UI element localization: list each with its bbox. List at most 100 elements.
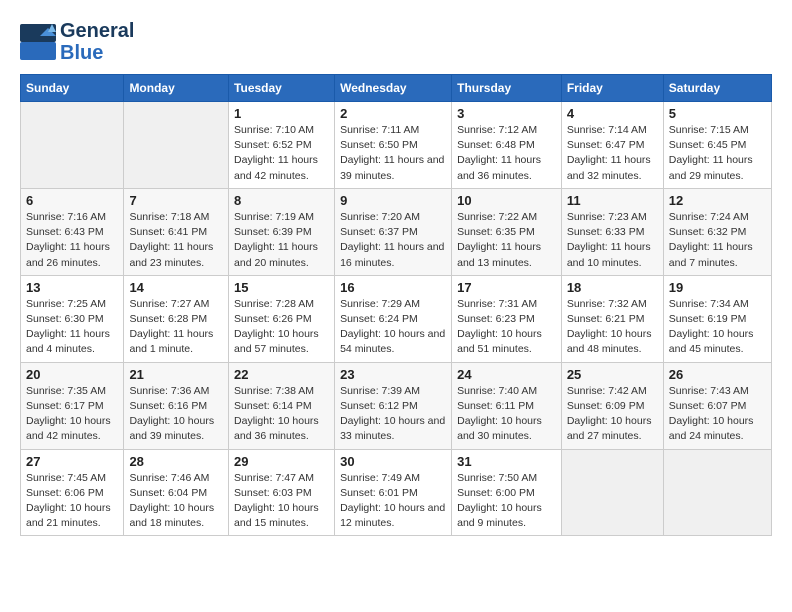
sunrise: Sunrise: 7:15 AM <box>669 124 749 136</box>
day-info: Sunrise: 7:19 AM Sunset: 6:39 PM Dayligh… <box>234 210 329 271</box>
daylight: Daylight: 11 hours and 1 minute. <box>129 328 213 355</box>
calendar-day: 11 Sunrise: 7:23 AM Sunset: 6:33 PM Dayl… <box>561 188 663 275</box>
calendar-day: 21 Sunrise: 7:36 AM Sunset: 6:16 PM Dayl… <box>124 362 229 449</box>
day-number: 16 <box>340 280 446 295</box>
weekday-header-tuesday: Tuesday <box>229 75 335 102</box>
day-number: 1 <box>234 106 329 121</box>
sunset: Sunset: 6:00 PM <box>457 487 535 499</box>
daylight: Daylight: 10 hours and 36 minutes. <box>234 415 319 442</box>
sunrise: Sunrise: 7:35 AM <box>26 385 106 397</box>
day-number: 15 <box>234 280 329 295</box>
sunrise: Sunrise: 7:49 AM <box>340 472 420 484</box>
day-number: 3 <box>457 106 556 121</box>
day-number: 21 <box>129 367 223 382</box>
daylight: Daylight: 10 hours and 39 minutes. <box>129 415 214 442</box>
calendar-table: SundayMondayTuesdayWednesdayThursdayFrid… <box>20 74 772 536</box>
sunrise: Sunrise: 7:50 AM <box>457 472 537 484</box>
day-info: Sunrise: 7:11 AM Sunset: 6:50 PM Dayligh… <box>340 123 446 184</box>
calendar-day: 22 Sunrise: 7:38 AM Sunset: 6:14 PM Dayl… <box>229 362 335 449</box>
sunset: Sunset: 6:14 PM <box>234 400 312 412</box>
sunrise: Sunrise: 7:19 AM <box>234 211 314 223</box>
sunset: Sunset: 6:41 PM <box>129 226 207 238</box>
sunrise: Sunrise: 7:24 AM <box>669 211 749 223</box>
daylight: Daylight: 10 hours and 57 minutes. <box>234 328 319 355</box>
sunrise: Sunrise: 7:25 AM <box>26 298 106 310</box>
sunrise: Sunrise: 7:12 AM <box>457 124 537 136</box>
daylight: Daylight: 11 hours and 39 minutes. <box>340 154 444 181</box>
weekday-header-monday: Monday <box>124 75 229 102</box>
daylight: Daylight: 10 hours and 48 minutes. <box>567 328 652 355</box>
daylight: Daylight: 11 hours and 42 minutes. <box>234 154 318 181</box>
day-number: 10 <box>457 193 556 208</box>
day-info: Sunrise: 7:36 AM Sunset: 6:16 PM Dayligh… <box>129 384 223 445</box>
day-number: 27 <box>26 454 118 469</box>
calendar-day: 13 Sunrise: 7:25 AM Sunset: 6:30 PM Dayl… <box>21 275 124 362</box>
logo-text: General Blue <box>60 20 134 64</box>
page-header: General Blue <box>20 20 772 64</box>
weekday-header-saturday: Saturday <box>663 75 771 102</box>
calendar-day: 9 Sunrise: 7:20 AM Sunset: 6:37 PM Dayli… <box>335 188 452 275</box>
day-info: Sunrise: 7:25 AM Sunset: 6:30 PM Dayligh… <box>26 297 118 358</box>
daylight: Daylight: 11 hours and 7 minutes. <box>669 241 753 268</box>
calendar-day <box>124 102 229 189</box>
sunset: Sunset: 6:26 PM <box>234 313 312 325</box>
calendar-day: 10 Sunrise: 7:22 AM Sunset: 6:35 PM Dayl… <box>452 188 562 275</box>
day-info: Sunrise: 7:15 AM Sunset: 6:45 PM Dayligh… <box>669 123 766 184</box>
day-info: Sunrise: 7:32 AM Sunset: 6:21 PM Dayligh… <box>567 297 658 358</box>
day-number: 29 <box>234 454 329 469</box>
day-info: Sunrise: 7:49 AM Sunset: 6:01 PM Dayligh… <box>340 471 446 532</box>
day-info: Sunrise: 7:35 AM Sunset: 6:17 PM Dayligh… <box>26 384 118 445</box>
sunrise: Sunrise: 7:18 AM <box>129 211 209 223</box>
sunset: Sunset: 6:06 PM <box>26 487 104 499</box>
sunrise: Sunrise: 7:31 AM <box>457 298 537 310</box>
day-info: Sunrise: 7:16 AM Sunset: 6:43 PM Dayligh… <box>26 210 118 271</box>
day-info: Sunrise: 7:27 AM Sunset: 6:28 PM Dayligh… <box>129 297 223 358</box>
day-number: 20 <box>26 367 118 382</box>
calendar-day: 18 Sunrise: 7:32 AM Sunset: 6:21 PM Dayl… <box>561 275 663 362</box>
day-number: 31 <box>457 454 556 469</box>
daylight: Daylight: 11 hours and 29 minutes. <box>669 154 753 181</box>
sunset: Sunset: 6:01 PM <box>340 487 418 499</box>
sunset: Sunset: 6:45 PM <box>669 139 747 151</box>
sunset: Sunset: 6:04 PM <box>129 487 207 499</box>
daylight: Daylight: 10 hours and 42 minutes. <box>26 415 111 442</box>
sunset: Sunset: 6:23 PM <box>457 313 535 325</box>
calendar-day: 7 Sunrise: 7:18 AM Sunset: 6:41 PM Dayli… <box>124 188 229 275</box>
sunrise: Sunrise: 7:22 AM <box>457 211 537 223</box>
day-info: Sunrise: 7:42 AM Sunset: 6:09 PM Dayligh… <box>567 384 658 445</box>
calendar-day: 12 Sunrise: 7:24 AM Sunset: 6:32 PM Dayl… <box>663 188 771 275</box>
day-number: 28 <box>129 454 223 469</box>
daylight: Daylight: 10 hours and 21 minutes. <box>26 502 111 529</box>
day-number: 24 <box>457 367 556 382</box>
sunset: Sunset: 6:35 PM <box>457 226 535 238</box>
sunset: Sunset: 6:09 PM <box>567 400 645 412</box>
sunset: Sunset: 6:21 PM <box>567 313 645 325</box>
calendar-week-5: 27 Sunrise: 7:45 AM Sunset: 6:06 PM Dayl… <box>21 449 772 536</box>
calendar-day: 24 Sunrise: 7:40 AM Sunset: 6:11 PM Dayl… <box>452 362 562 449</box>
sunset: Sunset: 6:30 PM <box>26 313 104 325</box>
day-info: Sunrise: 7:24 AM Sunset: 6:32 PM Dayligh… <box>669 210 766 271</box>
day-info: Sunrise: 7:31 AM Sunset: 6:23 PM Dayligh… <box>457 297 556 358</box>
calendar-day: 29 Sunrise: 7:47 AM Sunset: 6:03 PM Dayl… <box>229 449 335 536</box>
sunset: Sunset: 6:52 PM <box>234 139 312 151</box>
sunset: Sunset: 6:32 PM <box>669 226 747 238</box>
calendar-day: 2 Sunrise: 7:11 AM Sunset: 6:50 PM Dayli… <box>335 102 452 189</box>
sunrise: Sunrise: 7:47 AM <box>234 472 314 484</box>
day-info: Sunrise: 7:22 AM Sunset: 6:35 PM Dayligh… <box>457 210 556 271</box>
day-info: Sunrise: 7:43 AM Sunset: 6:07 PM Dayligh… <box>669 384 766 445</box>
sunrise: Sunrise: 7:40 AM <box>457 385 537 397</box>
day-info: Sunrise: 7:18 AM Sunset: 6:41 PM Dayligh… <box>129 210 223 271</box>
day-number: 18 <box>567 280 658 295</box>
calendar-day: 23 Sunrise: 7:39 AM Sunset: 6:12 PM Dayl… <box>335 362 452 449</box>
sunset: Sunset: 6:11 PM <box>457 400 534 412</box>
weekday-header-friday: Friday <box>561 75 663 102</box>
sunset: Sunset: 6:17 PM <box>26 400 104 412</box>
calendar-day: 30 Sunrise: 7:49 AM Sunset: 6:01 PM Dayl… <box>335 449 452 536</box>
calendar-day: 16 Sunrise: 7:29 AM Sunset: 6:24 PM Dayl… <box>335 275 452 362</box>
sunrise: Sunrise: 7:16 AM <box>26 211 106 223</box>
calendar-day <box>561 449 663 536</box>
calendar-day: 8 Sunrise: 7:19 AM Sunset: 6:39 PM Dayli… <box>229 188 335 275</box>
day-info: Sunrise: 7:29 AM Sunset: 6:24 PM Dayligh… <box>340 297 446 358</box>
sunrise: Sunrise: 7:38 AM <box>234 385 314 397</box>
daylight: Daylight: 10 hours and 18 minutes. <box>129 502 214 529</box>
